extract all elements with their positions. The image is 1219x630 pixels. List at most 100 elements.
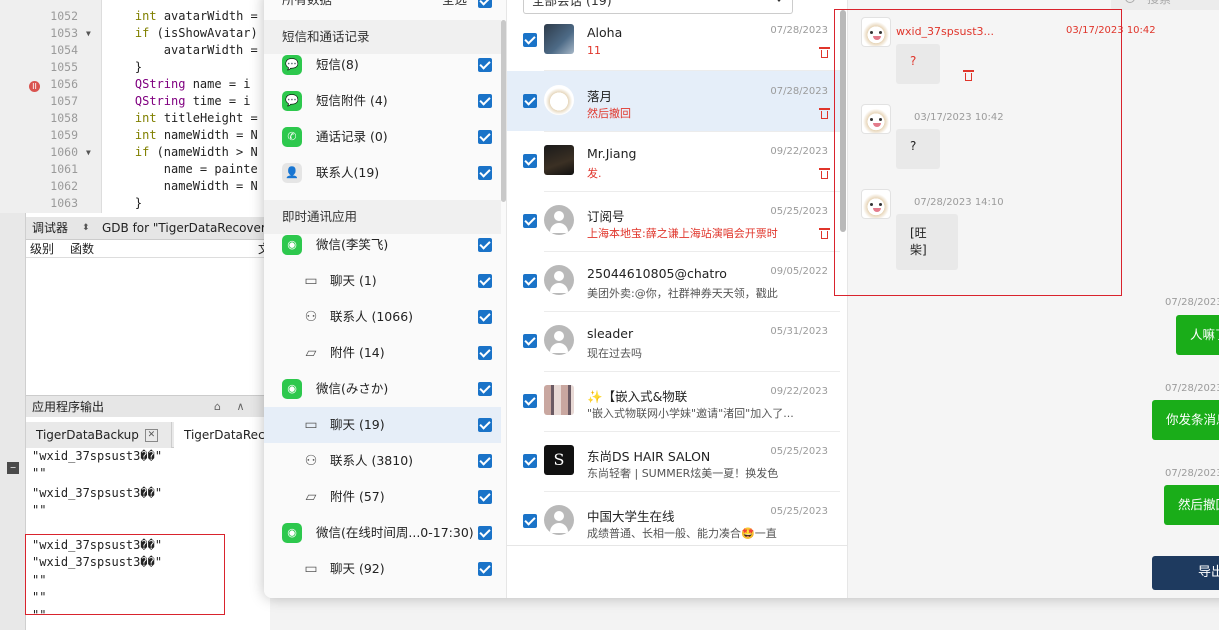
conversation-name: sleader <box>587 326 634 341</box>
search-icon <box>1125 0 1135 3</box>
category-checkbox[interactable] <box>478 526 492 540</box>
fold-arrow-icon[interactable]: ▼ <box>86 144 91 161</box>
category-row[interactable]: ▱ 附件 (57) <box>264 479 501 515</box>
conversation-checkbox[interactable] <box>523 334 537 348</box>
spinner-icon[interactable]: ⬍ <box>82 217 90 240</box>
avatar <box>544 145 574 175</box>
code-text: QString name = i <box>134 77 251 91</box>
category-row[interactable]: ▭ 聊天 (19) <box>264 407 501 443</box>
conversation-checkbox[interactable] <box>523 214 537 228</box>
select-all-label[interactable]: 全选 <box>442 0 467 10</box>
code-text: QString time = i <box>134 94 251 108</box>
category-row[interactable]: ▱ 附件 (14) <box>264 335 501 371</box>
category-row[interactable]: 👤 联系人(19) <box>264 155 501 191</box>
trash-icon[interactable] <box>819 107 830 119</box>
tab-tigerdatabackup[interactable]: TigerDataBackup ✕ <box>26 422 172 448</box>
section-im-header: 即时通讯应用 <box>264 200 501 234</box>
category-row[interactable]: ◉ 微信(在线时间周...0-17:30) <box>264 515 501 551</box>
category-checkbox[interactable] <box>478 130 492 144</box>
output-highlight-box <box>25 534 225 615</box>
category-label: 联系人(19) <box>316 165 380 180</box>
code-text: if (nameWidth > N <box>134 145 258 159</box>
category-checkbox[interactable] <box>478 94 492 108</box>
message-bubble[interactable]: 你发条消息 <box>1152 400 1219 440</box>
conversation-row[interactable]: 订阅号 上海本地宝:薛之谦上海站演唱会开票时 05/25/2023 <box>507 191 840 251</box>
conversation-checkbox[interactable] <box>523 274 537 288</box>
wechat-icon: ◉ <box>282 523 302 543</box>
code-text: name = painte <box>106 162 258 176</box>
category-checkbox[interactable] <box>478 562 492 576</box>
conversation-preview: 美团外卖:@你，社群神券天天领，戳此 <box>587 287 778 300</box>
col-level[interactable]: 级别 <box>30 240 54 258</box>
category-row[interactable]: 💬 短信附件 (4) <box>264 83 501 119</box>
category-checkbox[interactable] <box>478 346 492 360</box>
category-row[interactable]: ⚇ 联系人 (1066) <box>264 299 501 335</box>
category-checkbox[interactable] <box>478 418 492 432</box>
fold-arrow-icon[interactable]: ▼ <box>86 25 91 42</box>
category-row[interactable]: ▭ 聊天 (92) <box>264 551 501 587</box>
person-icon: ⚇ <box>304 309 318 325</box>
output-toolbar: 应用程序输出 ⌂ ∧ ∨ <box>26 395 270 435</box>
export-button[interactable]: 导出 <box>1152 556 1219 590</box>
conversation-name: Mr.Jiang <box>587 146 637 161</box>
search-input[interactable]: 搜索 <box>1111 0 1219 10</box>
conversation-row[interactable]: ✨【嵌入式&物联 "嵌入式物联网小学妹"邀请"渚回"加入了... 09/22/202… <box>507 371 840 431</box>
category-checkbox[interactable] <box>478 274 492 288</box>
category-row[interactable]: ✆ 通话记录 (0) <box>264 119 501 155</box>
conversation-checkbox[interactable] <box>523 33 537 47</box>
conversation-row[interactable]: 中国大学生在线 成绩普通、长相一般、能力凑合🤩一直 05/25/2023 <box>507 491 840 551</box>
category-row[interactable]: ⚇ 联系人 (3810) <box>264 443 501 479</box>
conversation-row[interactable]: 25044610805@chatro 美团外卖:@你，社群神券天天领，戳此 09/0… <box>507 251 840 311</box>
panel-toggle-icon[interactable]: − <box>7 462 19 474</box>
category-checkbox[interactable] <box>478 490 492 504</box>
message-bubble[interactable]: 然后撤回 <box>1164 485 1219 525</box>
code-editor[interactable]: II 1052 int avatarWidth = 1053 ▼ if (isSh… <box>0 0 270 213</box>
code-line: 1060 ▼ if (nameWidth > N <box>0 144 270 161</box>
category-panel: 所有数据 全选 短信和通话记录 💬短信(8)💬短信附件 (4)✆通话记录 (0)… <box>264 0 507 598</box>
line-number: 1058 <box>50 111 78 125</box>
conversation-checkbox[interactable] <box>523 514 537 528</box>
category-checkbox[interactable] <box>478 454 492 468</box>
tab-tigerdatarecovery[interactable]: TigerDataReco <box>174 422 274 448</box>
conversation-checkbox[interactable] <box>523 394 537 408</box>
category-checkbox[interactable] <box>478 382 492 396</box>
trash-icon[interactable] <box>819 167 830 179</box>
message-highlight-box <box>834 9 1122 296</box>
conversation-checkbox[interactable] <box>523 454 537 468</box>
trash-icon[interactable] <box>819 227 830 239</box>
category-checkbox[interactable] <box>478 310 492 324</box>
ide-window: II 1052 int avatarWidth = 1053 ▼ if (isSh… <box>0 0 274 630</box>
avatar <box>544 85 574 115</box>
message-bubble[interactable]: 人嘛了 <box>1176 315 1219 355</box>
category-label: 联系人 (1066) <box>330 309 414 324</box>
chat-icon: ▭ <box>304 561 318 577</box>
category-checkbox[interactable] <box>478 238 492 252</box>
col-function[interactable]: 函数 <box>70 240 94 258</box>
code-text: int nameWidth = N <box>134 128 258 142</box>
close-icon[interactable]: ✕ <box>144 429 158 442</box>
category-row[interactable]: ◉ 微信(みさか) <box>264 371 501 407</box>
select-all-checkbox[interactable] <box>478 0 492 8</box>
category-checkbox[interactable] <box>478 166 492 180</box>
code-text: } <box>106 196 143 210</box>
conversation-row[interactable]: 东尚DS HAIR SALON 东尚轻奢 | SUMMER炫美一夏！换发色 05/2… <box>507 431 840 491</box>
conversation-row[interactable]: Mr.Jiang 发. 09/22/2023 <box>507 131 840 191</box>
category-scrollbar[interactable] <box>501 20 506 202</box>
code-line: 1054 avatarWidth = <box>0 42 270 59</box>
conversation-name: 订阅号 <box>587 209 625 224</box>
category-label: 微信(みさか) <box>316 381 389 396</box>
conversation-checkbox[interactable] <box>523 154 537 168</box>
conversation-checkbox[interactable] <box>523 94 537 108</box>
line-number: 1063 <box>50 196 78 210</box>
wechat-icon: ◉ <box>282 379 302 399</box>
category-checkbox[interactable] <box>478 58 492 72</box>
conversation-row[interactable]: 落月 然后撤回 07/28/2023 <box>507 71 840 131</box>
gdb-selector[interactable]: GDB for "TigerDataRecovery <box>102 217 273 240</box>
conversation-date: 07/28/2023 <box>770 86 828 97</box>
code-line: 1057 QString time = i <box>0 93 270 110</box>
conversation-row[interactable]: Aloha 11 07/28/2023 <box>507 10 840 70</box>
trash-icon[interactable] <box>819 46 830 58</box>
category-row[interactable]: 💬 短信(8) <box>264 47 501 83</box>
category-row[interactable]: ▭ 聊天 (1) <box>264 263 501 299</box>
conversation-row[interactable]: sleader 现在过去吗 05/31/2023 <box>507 311 840 371</box>
